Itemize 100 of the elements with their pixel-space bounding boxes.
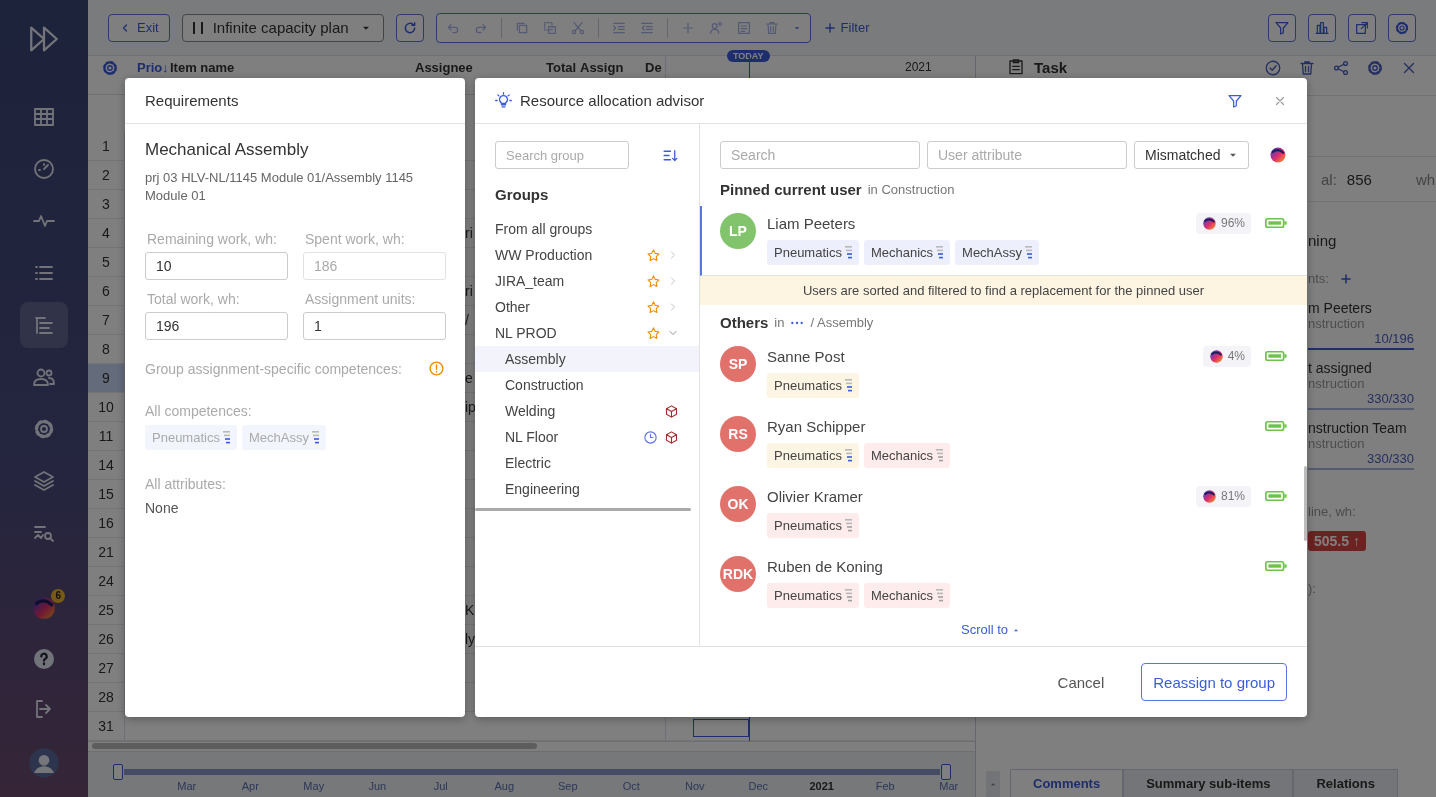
item-name-text: ip <box>465 398 476 415</box>
timeline-label: 2021 <box>808 779 835 792</box>
group-item[interactable]: NL Floor <box>475 424 699 450</box>
section-title: Pinned current user <box>720 181 862 198</box>
baseline-badge: 505.5 ↑ <box>1308 531 1366 551</box>
assignee-name: m Peeters <box>1308 300 1373 316</box>
section-title: Groups <box>495 186 550 203</box>
scroll-to-link[interactable]: Scroll to <box>961 622 1021 637</box>
user-avatar: SP <box>720 346 756 382</box>
input-field[interactable]: 196 <box>145 312 288 340</box>
assignee-name: t assigned <box>1308 360 1373 376</box>
status-text: ning <box>1308 232 1338 249</box>
user-name: Liam Peeters <box>767 214 856 232</box>
user-avatar: LP <box>720 213 756 249</box>
match-score: 96% <box>1195 212 1251 234</box>
timeline-label: Apr <box>240 779 260 792</box>
group-name: Welding <box>505 403 557 419</box>
skill-tag: MechAssy <box>241 425 326 450</box>
skill-tag: Mechanics <box>863 583 951 608</box>
item-title: Mechanical Assembly <box>145 140 310 160</box>
row-number[interactable]: 9 <box>88 363 125 392</box>
item-name-text: K <box>465 601 475 618</box>
column-header[interactable]: Assignee <box>415 60 473 75</box>
item-name-text: ri <box>465 282 473 299</box>
user-name: Ruben de Koning <box>767 557 883 575</box>
group-name: NL PROD <box>495 325 558 341</box>
timeline-label: Aug <box>493 779 516 792</box>
group-item[interactable]: Engineering <box>475 476 699 502</box>
notice-banner: Users are sorted and filtered to find a replacement for the pinned user <box>700 276 1307 305</box>
timeline-label: Sep <box>556 779 579 792</box>
timeline-label: Oct <box>621 779 641 792</box>
tab[interactable]: Relations <box>1293 769 1398 797</box>
reassign-button[interactable]: Reassign to group <box>1141 663 1287 701</box>
hours-value: 330/330 <box>1308 391 1414 410</box>
group-item[interactable]: WW Production <box>475 242 699 268</box>
total-value: 856 <box>1346 170 1372 188</box>
group-item[interactable]: Assembly <box>475 346 699 372</box>
search-field[interactable]: Search <box>720 141 920 169</box>
timeline-label: Jun <box>367 779 388 792</box>
field-label: Remaining work, wh: <box>147 231 278 247</box>
search-field[interactable]: Search group <box>495 141 629 169</box>
user-name: Olivier Kramer <box>767 487 863 505</box>
dialog-title: Requirements <box>125 78 465 124</box>
column-header[interactable]: Item name <box>170 60 235 75</box>
match-filter-select[interactable]: Mismatched <box>1134 141 1249 169</box>
group-context: / Assembly <box>810 315 874 330</box>
user-avatar: RS <box>720 416 756 452</box>
year-label: 2021 <box>905 60 932 74</box>
group-item[interactable]: From all groups <box>475 216 699 242</box>
timeline-label: Mar <box>176 779 198 792</box>
group-name: Electric <box>505 455 552 471</box>
input-field[interactable]: 1 <box>303 312 446 340</box>
field-label: Total work, wh: <box>147 291 241 307</box>
group-context: in Construction <box>867 182 955 197</box>
dialog-title: Resource allocation advisor <box>520 92 706 109</box>
group-name: Other <box>495 299 531 315</box>
skill-tag: MechAssy <box>955 240 1040 265</box>
group-item[interactable]: Welding <box>475 398 699 424</box>
timeline-label: Feb <box>874 779 896 792</box>
field-label: ): <box>1308 581 1317 596</box>
group-item[interactable]: Electric <box>475 450 699 476</box>
field-label: All attributes: <box>145 476 227 492</box>
skill-tag: Pneumatics <box>767 240 859 265</box>
field-label: Assignment units: <box>305 291 417 307</box>
tab[interactable]: Comments <box>1010 769 1124 797</box>
column-header[interactable]: Assign <box>580 60 624 75</box>
group-name: NL Floor <box>505 429 560 445</box>
timeline-label: May <box>302 779 326 792</box>
cancel-button[interactable]: Cancel <box>1040 665 1122 699</box>
group-name: WW Production <box>495 247 594 263</box>
group-item[interactable]: JIRA_team <box>475 268 699 294</box>
skill-tag: Pneumatics <box>767 513 859 538</box>
column-header[interactable]: Total <box>546 60 577 75</box>
plan-select[interactable]: Infinite capacity plan <box>181 13 384 42</box>
group-item[interactable]: Other <box>475 294 699 320</box>
match-score: 81% <box>1195 485 1251 507</box>
column-header[interactable]: De <box>645 60 662 75</box>
filter-link[interactable]: Filter <box>822 20 870 35</box>
user-name: Sanne Post <box>767 347 845 365</box>
tab[interactable]: Summary sub-items <box>1123 769 1294 797</box>
group-item[interactable]: Construction <box>475 372 699 398</box>
group-context: in <box>774 315 785 330</box>
item-name-text: e <box>465 369 473 386</box>
row-number[interactable]: 31 <box>88 711 125 740</box>
attributes-value: None <box>145 500 180 516</box>
sort-arrow[interactable]: ↓ <box>162 60 169 75</box>
hours-value: 330/330 <box>1308 451 1414 470</box>
input-field[interactable]: 10 <box>145 252 288 280</box>
skill-tag: Mechanics <box>863 240 951 265</box>
field-label: All competences: <box>145 403 253 419</box>
attribute-field[interactable]: User attribute <box>927 141 1127 169</box>
column-header[interactable]: Prio <box>137 60 163 75</box>
group-item[interactable]: NL PROD <box>475 320 699 346</box>
notification-badge: 6 <box>51 589 65 603</box>
section-title: Others <box>720 314 769 331</box>
skill-tag: Pneumatics <box>145 425 237 450</box>
group-name: Engineering <box>505 481 581 497</box>
today-badge: TODAY <box>727 50 770 62</box>
field-label: Spent work, wh: <box>305 231 406 247</box>
exit-button[interactable]: Exit <box>108 13 170 42</box>
